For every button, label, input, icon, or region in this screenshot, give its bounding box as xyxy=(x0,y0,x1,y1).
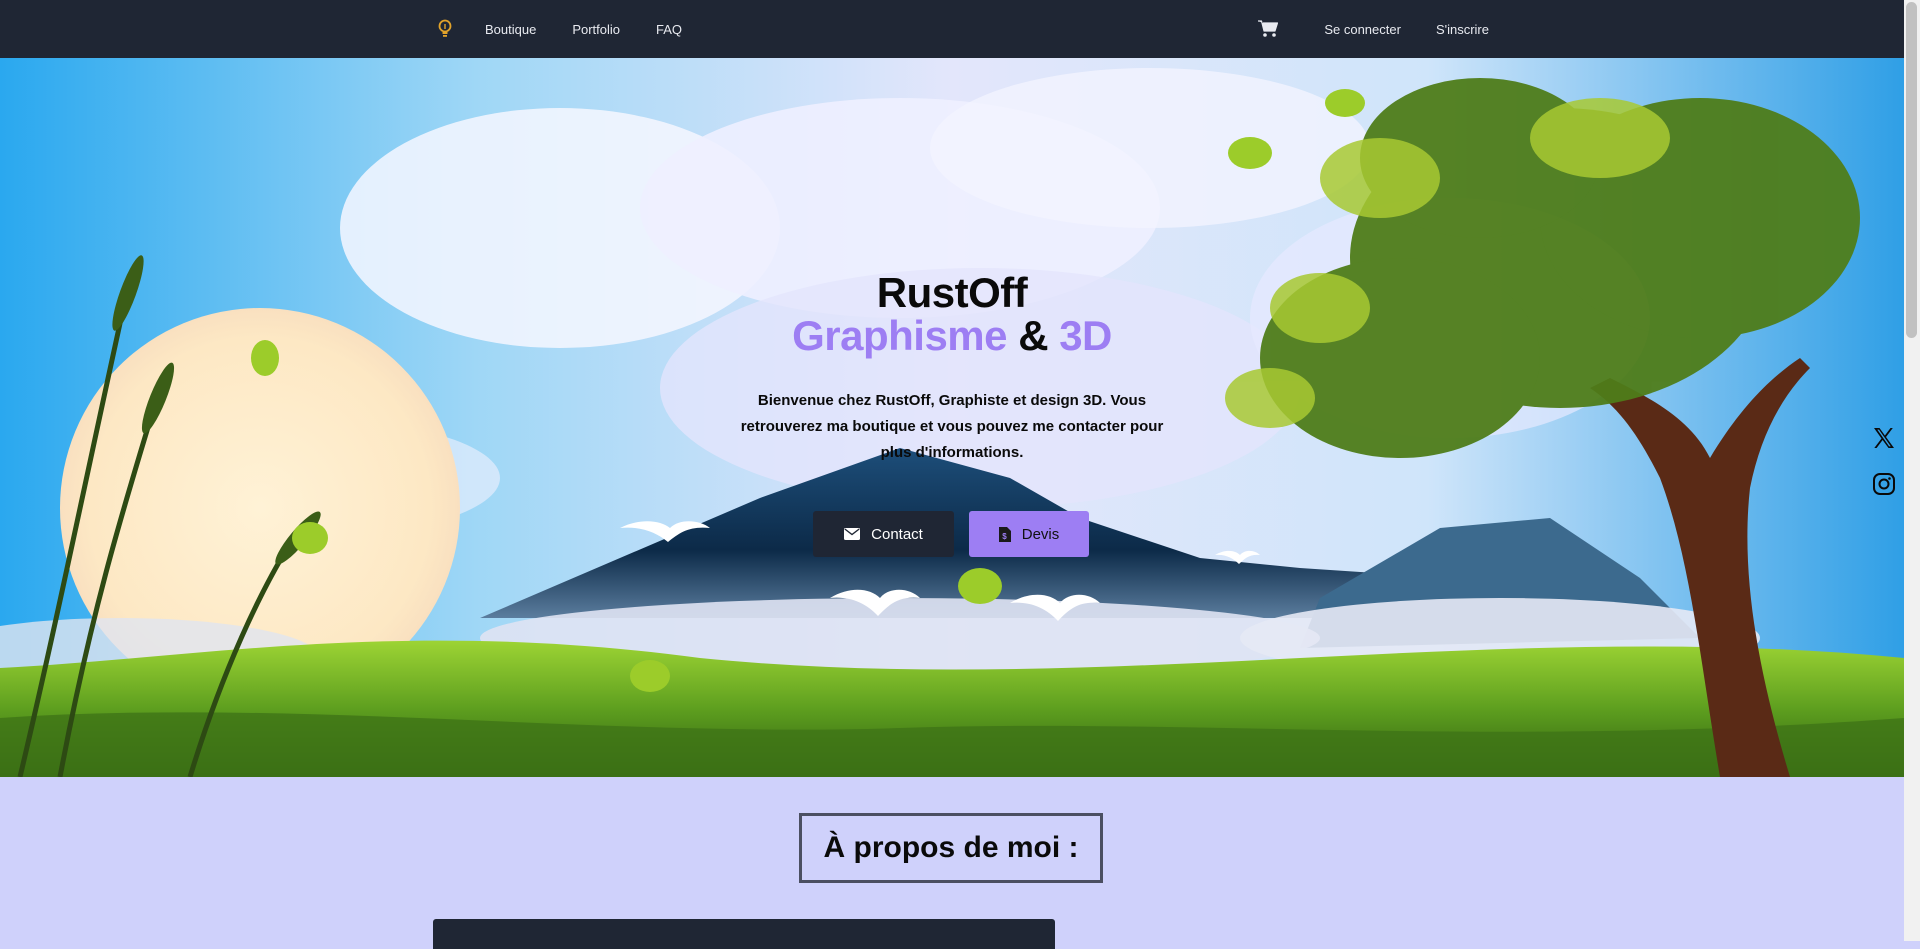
devis-button[interactable]: $ Devis xyxy=(969,511,1089,557)
instagram-icon[interactable] xyxy=(1864,469,1904,499)
about-card xyxy=(433,919,1055,949)
hero-section: RustOff Graphisme & 3D Bienvenue chez Ru… xyxy=(0,58,1904,777)
hero-description: Bienvenue chez RustOff, Graphiste et des… xyxy=(740,392,1164,461)
page-scrollbar-thumb[interactable] xyxy=(1906,2,1917,338)
x-twitter-icon[interactable] xyxy=(1864,423,1904,453)
about-heading: À propos de moi : xyxy=(823,831,1079,864)
hero-title: RustOff xyxy=(876,269,1028,316)
login-link[interactable]: Se connecter xyxy=(1324,22,1401,37)
svg-text:$: $ xyxy=(1002,532,1007,541)
nav-link-faq[interactable]: FAQ xyxy=(656,22,682,37)
subtitle-word-graphisme: Graphisme xyxy=(792,312,1008,359)
cart-icon[interactable] xyxy=(1258,18,1280,40)
devis-button-label: Devis xyxy=(1021,525,1060,543)
nav-left: Boutique Portfolio FAQ xyxy=(433,0,718,58)
lightbulb-icon[interactable] xyxy=(433,17,457,41)
about-heading-box: À propos de moi : xyxy=(799,813,1103,883)
navbar: Boutique Portfolio FAQ Se connecter S'in… xyxy=(0,0,1904,58)
nav-link-portfolio[interactable]: Portfolio xyxy=(572,22,620,37)
nav-link-boutique[interactable]: Boutique xyxy=(485,22,536,37)
envelope-icon xyxy=(844,528,861,540)
hero-subtitle: Graphisme & 3D xyxy=(0,312,1904,360)
hero-content: RustOff Graphisme & 3D Bienvenue chez Ru… xyxy=(0,58,1904,777)
signup-link[interactable]: S'inscrire xyxy=(1436,22,1489,37)
subtitle-ampersand: & xyxy=(1018,312,1049,359)
subtitle-word-3d: 3D xyxy=(1059,312,1112,359)
contact-button-label: Contact xyxy=(871,525,923,543)
contact-button[interactable]: Contact xyxy=(813,511,954,557)
nav-right: Se connecter S'inscrire xyxy=(1258,0,1489,58)
invoice-icon: $ xyxy=(998,526,1011,542)
